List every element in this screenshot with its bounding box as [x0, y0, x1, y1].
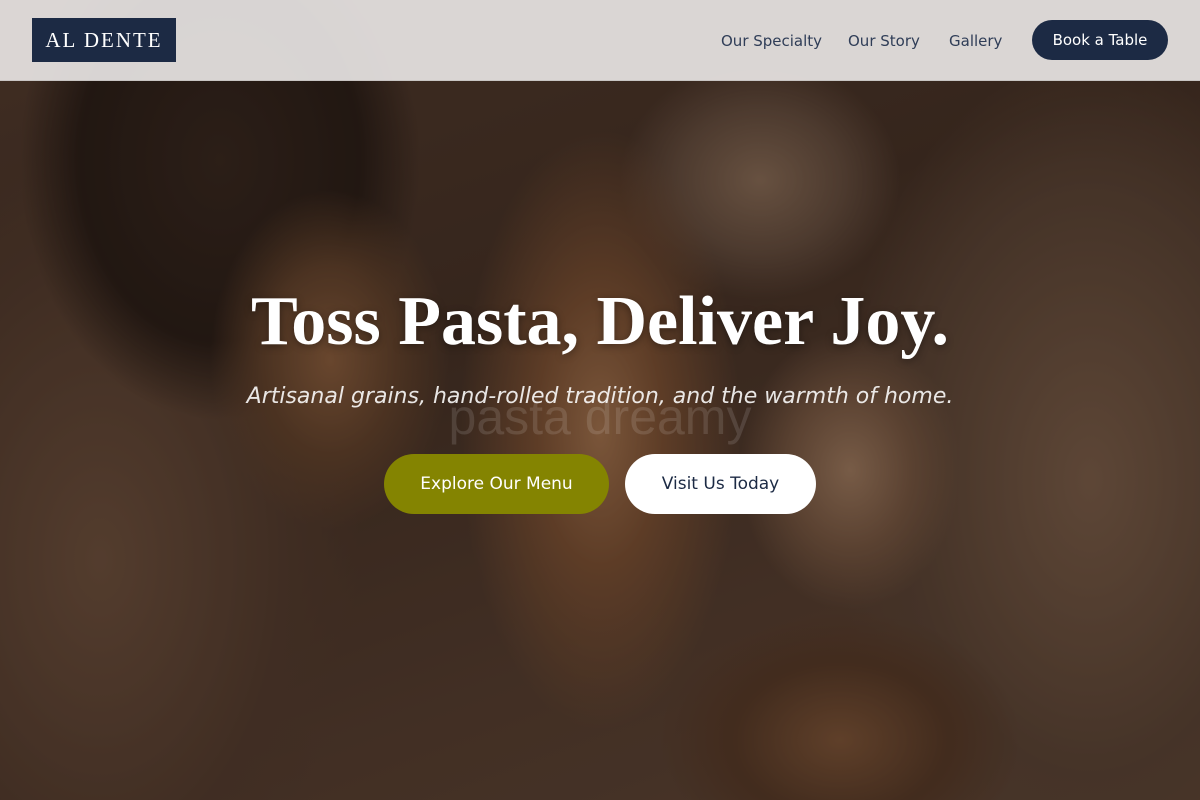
nav-link-gallery[interactable]: Gallery: [949, 0, 1002, 81]
site-logo[interactable]: AL DENTE: [32, 18, 176, 62]
explore-menu-button[interactable]: Explore Our Menu: [384, 454, 609, 514]
nav-link-our-specialty[interactable]: Our Specialty: [721, 0, 822, 81]
site-header: AL DENTE Our Specialty Our Story Gallery…: [0, 0, 1200, 81]
hero-headline: Toss Pasta, Deliver Joy.: [250, 283, 950, 360]
book-a-table-button[interactable]: Book a Table: [1032, 20, 1168, 60]
hero-subtitle: Artisanal grains, hand-rolled tradition,…: [246, 384, 954, 409]
nav-link-our-story[interactable]: Our Story: [848, 0, 920, 81]
visit-us-button[interactable]: Visit Us Today: [625, 454, 816, 514]
